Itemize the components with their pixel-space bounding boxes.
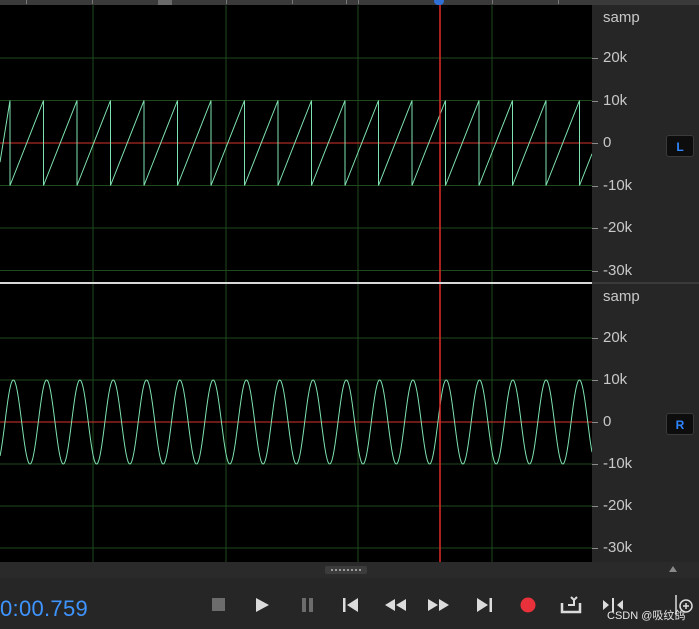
scale-tick — [592, 185, 598, 187]
pause-icon — [302, 598, 313, 612]
transport-bar: 0:00.759 CSDN @吸纹鸽 — [0, 578, 699, 629]
scale-tick — [592, 58, 598, 59]
horizontal-scrollbar[interactable] — [0, 562, 699, 578]
ruler-tick — [26, 0, 27, 4]
amplitude-scale-left: samp L 20k 10k 0 -10k -20k -30k — [592, 5, 699, 282]
record-icon — [520, 597, 536, 613]
go-to-end-button[interactable] — [470, 594, 498, 616]
stop-icon — [212, 598, 225, 611]
scale-label: -10k — [603, 176, 633, 194]
scale-label: 20k — [603, 329, 628, 346]
scale-tick — [592, 380, 598, 381]
scroll-up-icon[interactable] — [669, 566, 677, 572]
ruler-tick — [346, 0, 347, 4]
record-button[interactable] — [514, 594, 542, 616]
waveform-channel-left[interactable] — [0, 5, 592, 282]
waveform-channel-right[interactable] — [0, 284, 592, 562]
scale-label: -30k — [603, 539, 633, 556]
scale-label: -20k — [603, 497, 633, 514]
amplitude-scale-right: samp R 20k 10k 0 -10k -20k -30k — [592, 284, 699, 562]
waveform-right-plot — [0, 284, 592, 562]
ruler-tick — [558, 0, 559, 4]
stop-button[interactable] — [205, 594, 233, 616]
scale-unit-label: samp — [603, 9, 640, 26]
channel-right-badge[interactable]: R — [666, 413, 694, 435]
scale-tick — [592, 422, 598, 423]
skip-back-icon — [343, 598, 358, 612]
watermark-text: CSDN @吸纹鸽 — [607, 610, 686, 622]
fast-forward-icon — [428, 599, 449, 611]
waveform-left-plot — [0, 5, 592, 282]
rewind-icon — [385, 599, 406, 611]
scale-tick — [592, 338, 598, 339]
scale-tick — [592, 506, 598, 507]
loop-button[interactable] — [557, 594, 585, 616]
scale-label: 0 — [603, 413, 612, 430]
play-button[interactable] — [249, 594, 277, 616]
current-time-display[interactable]: 0:00.759 — [0, 596, 88, 622]
loop-icon — [560, 596, 582, 614]
scale-tick — [592, 464, 598, 465]
rewind-button[interactable] — [382, 594, 410, 616]
scrollbar-grip[interactable] — [325, 566, 367, 574]
scale-label: -20k — [603, 219, 633, 236]
channel-left-badge[interactable]: L — [666, 135, 694, 157]
scale-tick — [592, 143, 598, 144]
scale-label: -10k — [603, 455, 633, 472]
ruler-tick — [358, 0, 359, 4]
ruler-tick — [226, 0, 227, 4]
ruler-tick — [492, 0, 493, 4]
fast-forward-button[interactable] — [425, 594, 453, 616]
scale-label: -30k — [603, 261, 633, 279]
scale-tick — [592, 100, 598, 102]
pause-button[interactable] — [294, 594, 322, 616]
go-to-start-button[interactable] — [337, 594, 365, 616]
scale-label: 10k — [603, 91, 628, 109]
scale-unit-label: samp — [603, 288, 640, 305]
scale-label: 0 — [603, 134, 612, 151]
skip-forward-icon — [477, 598, 492, 612]
scale-tick — [592, 270, 598, 272]
scale-tick — [592, 548, 598, 549]
scale-label: 20k — [603, 49, 628, 66]
play-icon — [256, 598, 269, 612]
scale-label: 10k — [603, 371, 628, 388]
scale-tick — [592, 228, 598, 229]
ruler-tick — [92, 0, 93, 4]
ruler-tick — [292, 0, 293, 4]
